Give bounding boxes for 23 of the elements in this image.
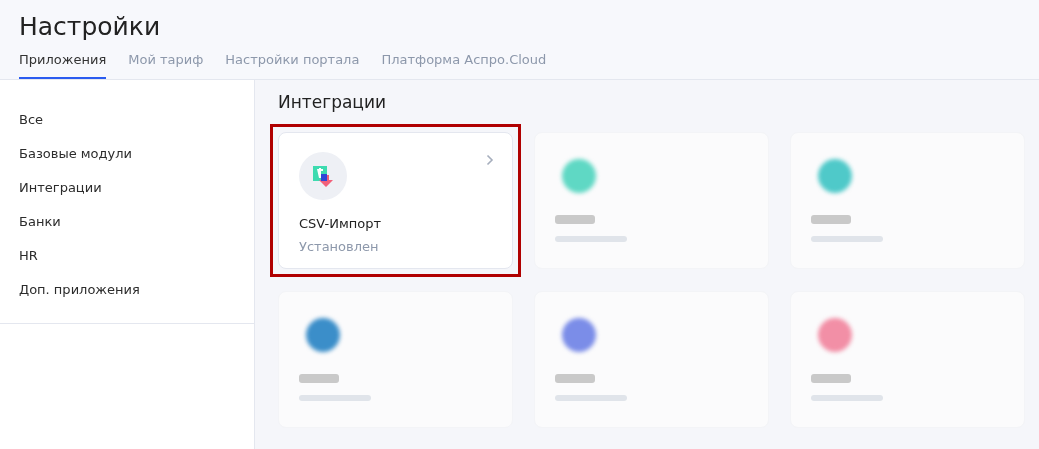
blurred-text: [555, 395, 627, 401]
app-name: CSV-Импорт: [299, 216, 382, 231]
blurred-text: [811, 215, 851, 224]
blurred-text: [811, 374, 851, 383]
sidebar-item[interactable]: Все: [0, 102, 254, 136]
app-status: Установлен: [299, 239, 380, 254]
blurred-text: [555, 236, 627, 242]
section-title: Интеграции: [278, 92, 387, 112]
sidebar-item[interactable]: Доп. приложения: [0, 272, 254, 306]
sidebar-item[interactable]: HR: [0, 238, 254, 272]
blurred-text: [811, 395, 883, 401]
sidebar-item[interactable]: Интеграции: [0, 170, 254, 204]
page-title: Настройки: [19, 12, 162, 41]
chevron-icon: [486, 154, 494, 166]
blurred-text: [299, 374, 339, 383]
app-card[interactable]: CSV-Импорт Установлен: [278, 132, 513, 269]
blurred-text: [299, 395, 371, 401]
blurred-text: [555, 374, 595, 383]
blurred-text: [555, 215, 595, 224]
import-icon: [311, 164, 335, 188]
blurred-text: [811, 236, 883, 242]
sidebar-item[interactable]: Базовые модули: [0, 136, 254, 170]
sidebar-item[interactable]: Банки: [0, 204, 254, 238]
